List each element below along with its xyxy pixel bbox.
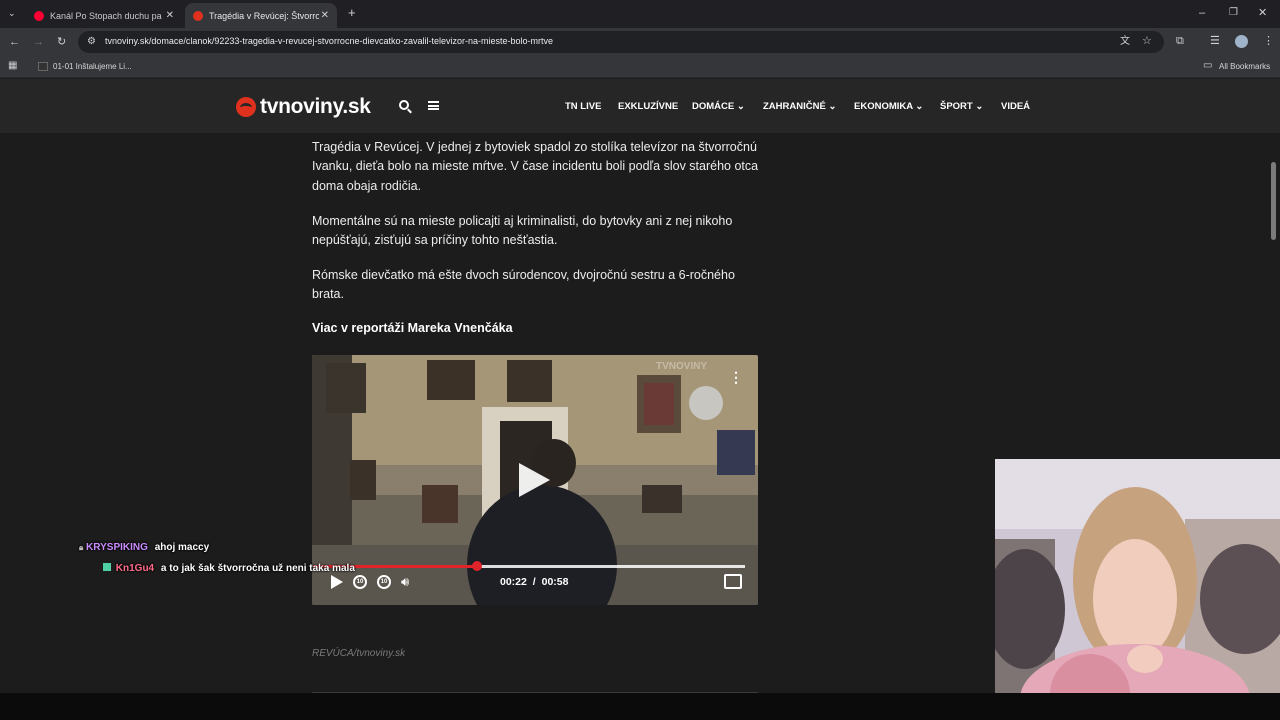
close-window-icon[interactable]: ✕ xyxy=(1258,7,1267,19)
menu-kebab-icon[interactable]: ⋮ xyxy=(1263,35,1274,47)
nav-label: EKONOMIKA xyxy=(854,101,913,112)
rewind-10-icon[interactable]: 10 xyxy=(353,575,367,589)
hamburger-middle-line xyxy=(428,105,439,107)
all-bookmarks-link[interactable]: All Bookmarks xyxy=(1219,62,1270,71)
logo-mark-icon xyxy=(236,97,256,117)
fullscreen-icon[interactable] xyxy=(724,574,742,589)
bookmark-star-icon[interactable]: ☆ xyxy=(1142,35,1152,47)
apps-grid-icon[interactable]: ▦ xyxy=(8,60,17,72)
nav-label: TN LIVE xyxy=(565,101,602,112)
chat-badge-icon xyxy=(103,563,111,571)
chevron-down-icon: ⌄ xyxy=(736,101,745,112)
forward-10-icon[interactable]: 10 xyxy=(377,575,391,589)
minimize-icon[interactable]: – xyxy=(1199,7,1205,19)
nav-label: VIDEÁ xyxy=(1001,101,1031,112)
article-paragraph: Rómske dievčatko má ešte dvoch súrodenco… xyxy=(312,268,735,302)
bookmark-favicon-icon xyxy=(38,62,48,71)
video-caption: REVÚCA/tvnoviny.sk xyxy=(312,648,406,659)
youtube-icon xyxy=(34,10,44,21)
chat-message: 🔒︎ KRYSPIKING ahoj maccy xyxy=(79,542,209,553)
new-tab-icon[interactable]: + xyxy=(348,6,356,19)
tab-youtube[interactable]: Kanál Po Stopach duchu paranormal ✕ xyxy=(26,3,182,28)
article-paragraph: Momentálne sú na mieste policajti aj kri… xyxy=(312,214,733,248)
reload-icon[interactable]: ↻ xyxy=(57,36,66,48)
tab-search-icon[interactable]: ⌄ xyxy=(8,7,16,19)
nav-label: EXKLUZÍVNE xyxy=(618,101,679,112)
webcam-feed xyxy=(995,459,1280,720)
logo-text: tvnoviny.sk xyxy=(260,95,371,118)
restore-icon[interactable]: ❐ xyxy=(1229,7,1238,19)
time-separator: / xyxy=(532,576,536,588)
article-subheading: Viac v reportáži Mareka Vnenčáka xyxy=(312,321,513,335)
close-tab-icon[interactable]: ✕ xyxy=(321,10,329,21)
nav-zahranicne[interactable]: ZAHRANIČNÉ ⌄ xyxy=(763,101,836,112)
duration: 00:58 xyxy=(541,576,569,588)
webcam-image xyxy=(995,459,1280,720)
chat-message: Kn1Gu4 a to jak šak štvorročna už neni t… xyxy=(103,563,355,574)
chat-username: KRYSPIKING xyxy=(86,542,148,553)
tab-article[interactable]: Tragédia v Revúcej: Štvorročné dievčatko… xyxy=(185,3,337,28)
site-logo[interactable]: tvnoviny.sk xyxy=(236,95,371,119)
chat-text: a to jak šak štvorročna už neni taka mal… xyxy=(160,563,355,574)
folder-icon: ▭ xyxy=(1203,60,1213,71)
video-more-icon[interactable]: ⋮ xyxy=(729,369,743,386)
reading-list-icon[interactable]: ☰ xyxy=(1210,35,1220,47)
volume-icon[interactable]: 🔊︎ xyxy=(401,574,409,590)
nav-tn-live[interactable]: TN LIVE xyxy=(565,101,601,112)
tab-youtube-title: Kanál Po Stopach duchu paranormal xyxy=(50,10,162,21)
video-watermark: TVNOVINY xyxy=(656,361,708,372)
tab-article-title: Tragédia v Revúcej: Štvorročné dievčatko xyxy=(209,10,319,21)
page-scrollbar[interactable] xyxy=(1271,162,1276,240)
bookmarks-bar: ▦ 01-01 Inštalujeme Li... ▭ All Bookmark… xyxy=(0,56,1280,78)
chevron-down-icon: ⌄ xyxy=(975,101,984,112)
video-progress-knob[interactable] xyxy=(471,561,482,571)
extensions-icon[interactable]: ⧉ xyxy=(1176,35,1184,47)
nav-sport[interactable]: ŠPORT ⌄ xyxy=(940,101,983,112)
chat-username: Kn1Gu4 xyxy=(115,563,155,574)
translate-icon[interactable]: 文 xyxy=(1120,36,1130,48)
current-time: 00:22 xyxy=(500,576,527,588)
page-bottom-bar xyxy=(0,693,1280,720)
tvnoviny-favicon-icon xyxy=(193,10,203,21)
close-tab-icon[interactable]: ✕ xyxy=(166,10,174,21)
nav-label: DOMÁCE xyxy=(692,101,735,112)
chevron-down-icon: ⌄ xyxy=(915,101,924,112)
nav-exkluzivne[interactable]: EXKLUZÍVNE xyxy=(618,101,678,112)
browser-tabstrip: ⌄ Kanál Po Stopach duchu paranormal ✕ Tr… xyxy=(0,0,1280,28)
nav-domace[interactable]: DOMÁCE ⌄ xyxy=(692,101,745,112)
site-info-icon[interactable]: ⚙ xyxy=(87,36,96,48)
nav-label: ŠPORT xyxy=(940,101,973,112)
forward-icon[interactable]: → xyxy=(33,36,44,48)
nav-ekonomika[interactable]: EKONOMIKA ⌄ xyxy=(854,101,923,112)
chat-text: ahoj maccy xyxy=(154,542,210,553)
nav-videa[interactable]: VIDEÁ xyxy=(1001,101,1030,112)
chat-badge-icon: 🔒︎ xyxy=(79,543,84,552)
chevron-down-icon: ⌄ xyxy=(828,101,837,112)
play-icon[interactable] xyxy=(331,575,343,589)
article-paragraph: Tragédia v Revúcej. V jednej z bytoviek … xyxy=(312,140,759,193)
profile-avatar[interactable] xyxy=(1235,35,1248,48)
bookmark-item[interactable]: 01-01 Inštalujeme Li... xyxy=(53,62,132,71)
back-icon[interactable]: ← xyxy=(9,36,20,48)
nav-label: ZAHRANIČNÉ xyxy=(763,101,826,112)
url-text[interactable]: tvnoviny.sk/domace/clanok/92233-tragedia… xyxy=(105,36,553,46)
video-time: 00:22 / 00:58 xyxy=(500,576,568,588)
